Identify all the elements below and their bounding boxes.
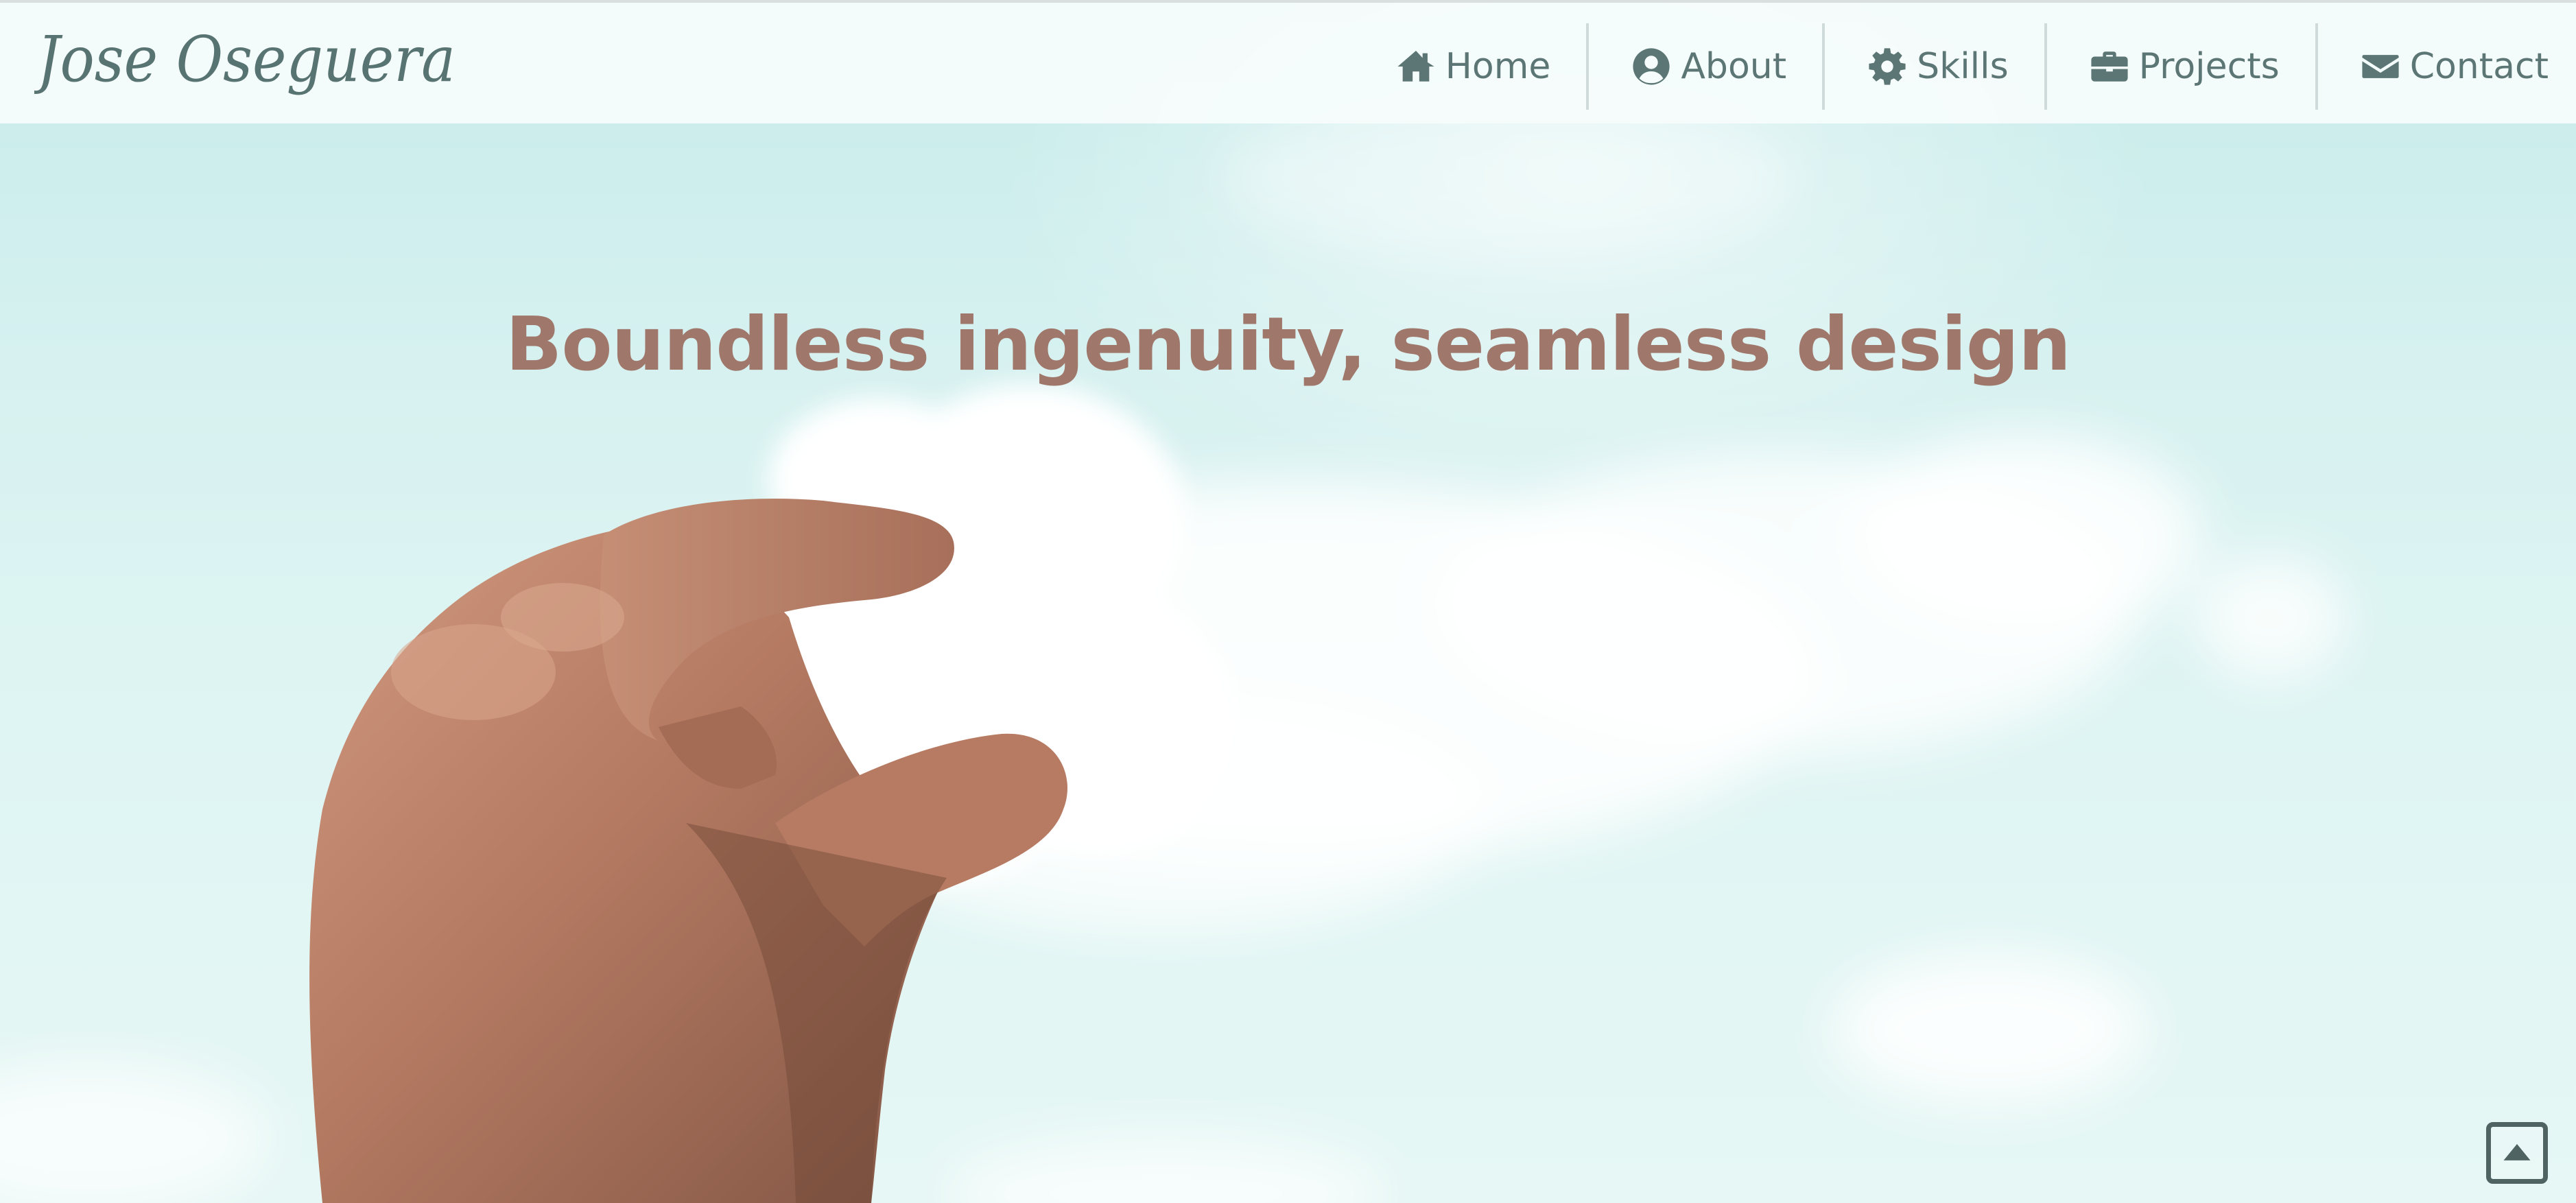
nav-label-about: About [1681, 46, 1787, 87]
hero-headline: Boundless ingenuity, seamless design [506, 302, 2071, 388]
gear-icon [1867, 47, 1907, 86]
caret-up-icon [2503, 1144, 2531, 1160]
nav-item-skills[interactable]: Skills [1825, 22, 2044, 111]
hero-background [0, 0, 2576, 1203]
site-logo[interactable]: Jose Oseguera [27, 12, 473, 122]
user-circle-icon [1631, 47, 1671, 86]
nav-item-contact[interactable]: Contact [2318, 22, 2576, 111]
nav-label-home: Home [1445, 46, 1551, 87]
hand-holding-cloud-illustration [0, 96, 2346, 1203]
home-icon [1396, 47, 1436, 86]
logo-signature: Jose Oseguera [27, 23, 456, 96]
nav-item-home[interactable]: Home [1354, 22, 1587, 111]
nav-label-projects: Projects [2138, 46, 2280, 87]
nav-item-about[interactable]: About [1589, 22, 1822, 111]
envelope-icon [2361, 47, 2400, 86]
nav-label-contact: Contact [2409, 46, 2549, 87]
nav-item-projects[interactable]: Projects [2047, 22, 2315, 111]
logo-text: Jose Oseguera [34, 23, 456, 96]
top-navbar: Jose Oseguera Home About Skills Projects… [0, 0, 2576, 123]
main-nav: Home About Skills Projects Contact [1354, 22, 2576, 111]
briefcase-icon [2090, 47, 2129, 86]
nav-label-skills: Skills [1917, 46, 2009, 87]
scroll-to-top-button[interactable] [2486, 1122, 2548, 1184]
